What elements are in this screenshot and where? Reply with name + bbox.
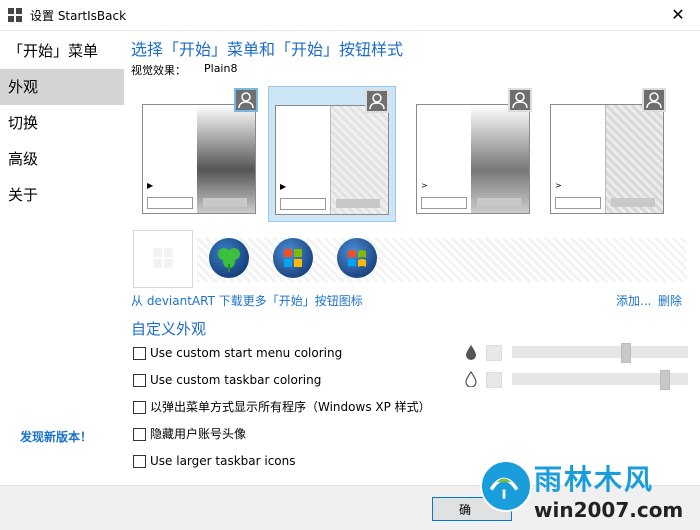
thumbnail-right-pane xyxy=(197,105,255,213)
option-custom-taskbar-coloring[interactable]: Use custom taskbar coloring xyxy=(133,373,321,389)
sidebar-item-advanced[interactable]: 高级 xyxy=(0,141,124,177)
windows-orb-icon[interactable] xyxy=(337,238,377,278)
update-available-link[interactable]: 发现新版本！ xyxy=(20,428,92,445)
deviantart-download-link[interactable]: 从 deviantART 下载更多「开始」按钮图标 xyxy=(131,292,363,309)
option-hide-user-avatar[interactable]: 隐藏用户账号头像 xyxy=(133,427,246,443)
option-label: Use larger taskbar icons xyxy=(150,454,296,468)
option-label: 隐藏用户账号头像 xyxy=(150,427,247,441)
taskbar-color-swatch[interactable] xyxy=(486,372,502,388)
page-title: 选择「开始」菜单和「开始」按钮样式 xyxy=(131,40,404,59)
startisback-app-icon xyxy=(8,8,22,22)
style-thumbnail-3[interactable]: > xyxy=(410,86,538,222)
drop-filled-icon xyxy=(466,345,476,360)
thumbnail-preview: ▶ xyxy=(275,105,389,215)
sidebar-item-about[interactable]: 关于 xyxy=(0,177,124,213)
start-menu-color-slider[interactable] xyxy=(512,343,688,363)
sidebar-item-start-menu[interactable]: 「开始」菜单 xyxy=(0,33,124,69)
site-watermark: 雨林木风 win2007.com xyxy=(478,458,700,529)
shutdown-preview xyxy=(336,199,380,208)
style-thumbnail-4[interactable]: > xyxy=(544,86,672,222)
visual-effect-label: 视觉效果： xyxy=(131,64,186,77)
user-avatar-icon xyxy=(642,88,666,112)
arrow-icon: > xyxy=(555,181,562,190)
start-button-orbs xyxy=(131,228,688,288)
option-custom-start-menu-coloring[interactable]: Use custom start menu coloring xyxy=(133,346,342,362)
delete-link[interactable]: 删除 xyxy=(658,292,682,309)
sidebar-item-appearance[interactable]: 外观 xyxy=(0,69,124,105)
add-link[interactable]: 添加... xyxy=(616,292,651,309)
option-label: Use custom start menu coloring xyxy=(150,346,343,360)
windows-logo-faint-icon xyxy=(153,248,173,268)
drop-outline-icon xyxy=(465,371,477,387)
user-avatar-icon xyxy=(234,88,258,112)
watermark-brand: 雨林木风 xyxy=(534,463,655,496)
visual-effect-value: Plain8 xyxy=(204,62,238,75)
option-label: 以弹出菜单方式显示所有程序（Windows XP 样式） xyxy=(150,400,431,414)
orb-blank-option[interactable] xyxy=(133,230,193,288)
custom-appearance-title: 自定义外观 xyxy=(131,320,207,338)
watermark-url: win2007.com xyxy=(534,498,684,522)
thumbnail-preview: > xyxy=(550,104,664,214)
checkbox[interactable] xyxy=(133,401,146,414)
arrow-icon: > xyxy=(421,181,428,190)
slider-handle[interactable] xyxy=(621,343,631,363)
sidebar: 「开始」菜单 外观 切换 高级 关于 xyxy=(0,31,124,529)
checkbox[interactable] xyxy=(133,347,146,360)
slider-handle[interactable] xyxy=(660,370,670,390)
checkbox[interactable] xyxy=(133,428,146,441)
checkbox[interactable] xyxy=(133,455,146,468)
orbs-background xyxy=(197,238,687,282)
thumbnail-preview: ▶ xyxy=(142,104,256,214)
window-title: 设置 StartIsBack xyxy=(30,9,127,23)
option-label: Use custom taskbar coloring xyxy=(150,373,322,387)
close-icon[interactable]: ✕ xyxy=(656,0,700,30)
style-thumbnail-1[interactable]: ▶ xyxy=(136,86,264,222)
shutdown-preview xyxy=(203,198,247,207)
style-thumbnail-2[interactable]: ▶ xyxy=(268,86,396,222)
clover-orb-icon[interactable] xyxy=(209,238,249,278)
start-menu-color-swatch[interactable] xyxy=(486,345,502,361)
windows7-orb-icon[interactable] xyxy=(273,238,313,278)
arrow-icon: ▶ xyxy=(147,181,154,190)
arrow-icon: ▶ xyxy=(280,182,287,191)
search-box-preview xyxy=(555,197,601,209)
search-box-preview xyxy=(421,197,467,209)
thumbnail-right-pane xyxy=(605,105,663,213)
sidebar-item-switch[interactable]: 切换 xyxy=(0,105,124,141)
search-box-preview xyxy=(147,197,193,209)
checkbox[interactable] xyxy=(133,374,146,387)
option-xp-style-all-programs[interactable]: 以弹出菜单方式显示所有程序（Windows XP 样式） xyxy=(133,400,431,416)
shutdown-preview xyxy=(477,198,521,207)
taskbar-color-slider[interactable] xyxy=(512,370,688,390)
thumbnail-right-pane xyxy=(330,106,388,214)
search-box-preview xyxy=(280,198,326,210)
thumbnail-preview: > xyxy=(416,104,530,214)
shutdown-preview xyxy=(611,198,655,207)
user-avatar-icon xyxy=(508,88,532,112)
title-bar: 设置 StartIsBack ✕ xyxy=(0,0,700,31)
watermark-logo-icon xyxy=(480,460,532,512)
option-larger-taskbar-icons[interactable]: Use larger taskbar icons xyxy=(133,454,296,470)
user-avatar-icon xyxy=(365,89,389,113)
thumbnail-right-pane xyxy=(471,105,529,213)
